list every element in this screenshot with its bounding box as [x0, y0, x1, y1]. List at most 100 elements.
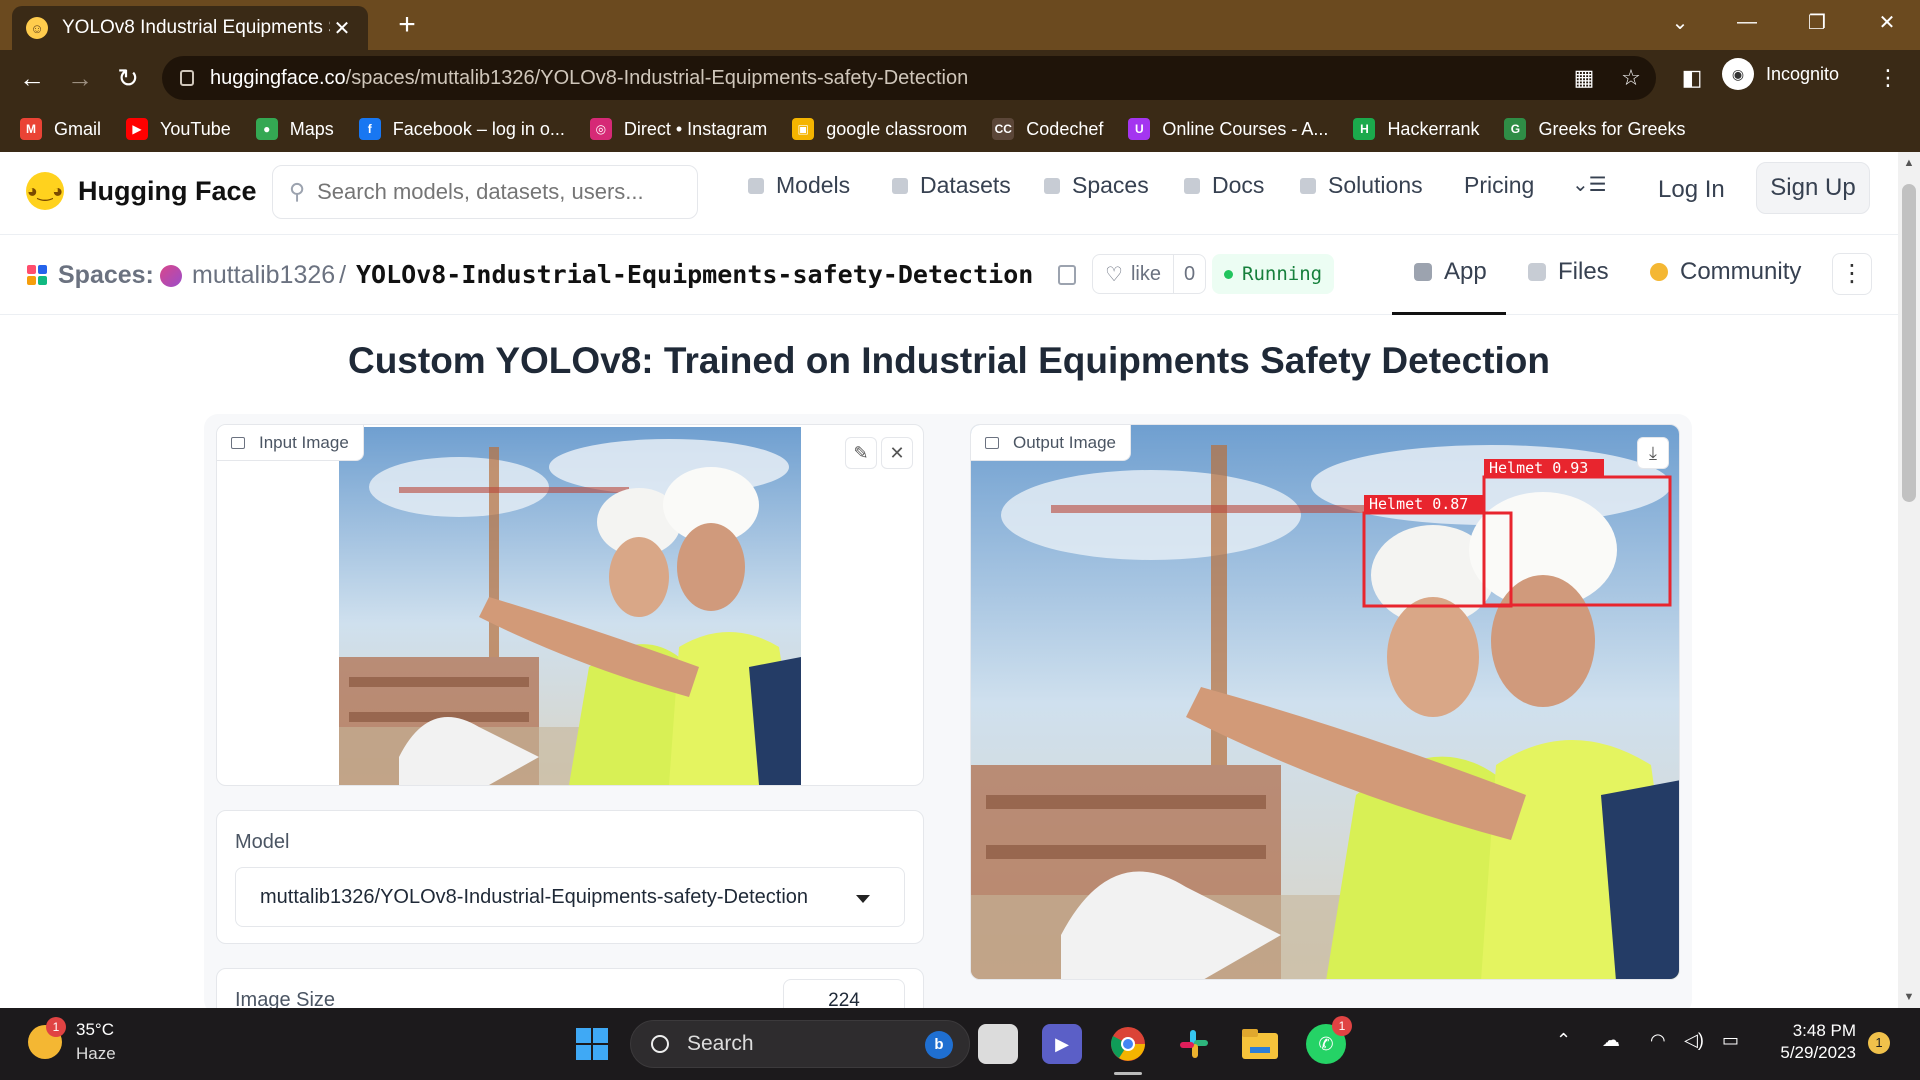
- nav-datasets[interactable]: Datasets: [892, 172, 1011, 199]
- path-separator: /: [339, 261, 347, 289]
- weather-badge: 1: [46, 1017, 66, 1037]
- spaces-label[interactable]: Spaces:: [58, 261, 154, 290]
- weather-desc: Haze: [76, 1044, 116, 1063]
- file-explorer-icon[interactable]: [1240, 1024, 1280, 1064]
- notification-badge[interactable]: 1: [1868, 1032, 1890, 1054]
- input-image-card[interactable]: Input Image ✎ ✕: [216, 424, 924, 786]
- image-icon: [985, 436, 999, 449]
- nav-models[interactable]: Models: [748, 172, 850, 199]
- bookmark-item[interactable]: f Facebook – log in o...: [358, 118, 565, 140]
- reload-icon[interactable]: ↻: [108, 58, 148, 98]
- files-icon: [1528, 263, 1546, 281]
- bookmark-label: Codechef: [1026, 118, 1104, 139]
- models-icon: [748, 177, 764, 194]
- qr-code-icon[interactable]: ▦: [1566, 60, 1602, 96]
- bookmark-item[interactable]: ▣ google classroom: [792, 118, 967, 140]
- detection-label: Helmet 0.93: [1489, 459, 1588, 477]
- weather-temp: 35°C: [76, 1020, 114, 1039]
- weather-widget[interactable]: 1 35°C Haze: [28, 1017, 116, 1064]
- browser-tab[interactable]: ☺ YOLOv8 Industrial Equipments Sa ✕: [12, 6, 368, 50]
- scroll-thumb[interactable]: [1902, 184, 1916, 502]
- like-button[interactable]: ♡ like 0: [1092, 254, 1207, 294]
- hugging-face-emoji-icon: ◕‿◕: [26, 172, 64, 210]
- bookmark-label: Direct • Instagram: [623, 118, 768, 139]
- search-input[interactable]: [317, 179, 678, 205]
- tab-app[interactable]: App: [1414, 258, 1487, 286]
- model-dropdown[interactable]: muttalib1326/YOLOv8-Industrial-Equipment…: [235, 867, 905, 927]
- model-label: Model: [235, 831, 290, 853]
- scroll-down-icon[interactable]: ▼: [1898, 986, 1920, 1008]
- bookmark-favicon-icon: G: [1504, 118, 1527, 140]
- bookmark-item[interactable]: CC Codechef: [992, 118, 1103, 140]
- nav-spaces[interactable]: Spaces: [1044, 172, 1149, 199]
- copy-icon[interactable]: [1058, 265, 1076, 285]
- forward-icon[interactable]: →: [60, 58, 100, 98]
- more-menu-icon[interactable]: ⌄☰: [1572, 172, 1607, 197]
- search-icon: ⚲: [289, 179, 306, 204]
- input-image-label: Input Image: [217, 425, 364, 461]
- battery-icon[interactable]: ▭: [1722, 1030, 1739, 1051]
- bookmark-item[interactable]: U Online Courses - A...: [1128, 118, 1328, 140]
- bookmark-label: Maps: [289, 118, 334, 139]
- address-bar[interactable]: huggingface.co /spaces/muttalib1326/YOLO…: [162, 56, 1656, 100]
- side-panel-icon[interactable]: ◧: [1674, 60, 1710, 96]
- nav-pricing[interactable]: Pricing: [1464, 172, 1534, 199]
- space-owner[interactable]: muttalib1326/: [192, 261, 346, 290]
- whatsapp-icon[interactable]: ✆ 1: [1306, 1016, 1352, 1064]
- more-options-icon[interactable]: ⋮: [1832, 253, 1872, 295]
- space-repo-name[interactable]: YOLOv8-Industrial-Equipments-safety-Dete…: [356, 260, 1033, 289]
- task-view-icon[interactable]: [978, 1024, 1018, 1064]
- brand-name: Hugging Face: [78, 175, 257, 206]
- bookmark-label: Gmail: [54, 118, 102, 139]
- nav-solutions[interactable]: Solutions: [1300, 172, 1423, 199]
- teams-icon[interactable]: ▶: [1042, 1024, 1082, 1064]
- windows-start-icon[interactable]: [572, 1024, 612, 1064]
- restore-button[interactable]: ❐: [1782, 0, 1852, 44]
- new-tab-button[interactable]: +: [390, 8, 424, 42]
- show-hidden-icons-icon[interactable]: ⌃: [1556, 1030, 1571, 1051]
- scroll-up-icon[interactable]: ▲: [1898, 152, 1920, 174]
- clear-icon[interactable]: ✕: [881, 437, 913, 469]
- browser-toolbar: ← → ↻ huggingface.co /spaces/muttalib132…: [0, 50, 1920, 106]
- slack-icon[interactable]: [1174, 1024, 1214, 1064]
- tab-close-icon[interactable]: ✕: [330, 16, 354, 41]
- chrome-icon[interactable]: [1108, 1024, 1148, 1064]
- tab-community[interactable]: Community: [1650, 258, 1801, 286]
- minimize-button[interactable]: —: [1712, 0, 1782, 44]
- page-scrollbar[interactable]: ▲ ▼: [1898, 152, 1920, 1008]
- bing-icon[interactable]: b: [925, 1031, 953, 1059]
- back-icon[interactable]: ←: [12, 58, 52, 98]
- hf-search-box[interactable]: ⚲: [272, 165, 698, 219]
- docs-icon: [1184, 177, 1200, 194]
- bookmark-item[interactable]: G Greeks for Greeks: [1504, 118, 1686, 140]
- download-icon[interactable]: ⤓: [1637, 437, 1669, 469]
- bookmark-item[interactable]: ▶ YouTube: [126, 118, 231, 140]
- bookmark-item[interactable]: M Gmail: [20, 118, 101, 140]
- tab-files[interactable]: Files: [1528, 258, 1609, 286]
- edit-icon[interactable]: ✎: [845, 437, 877, 469]
- login-link[interactable]: Log In: [1658, 176, 1725, 204]
- bookmark-favicon-icon: ▶: [126, 118, 149, 140]
- chrome-menu-icon[interactable]: ⋮: [1870, 60, 1906, 96]
- output-image-label: Output Image: [971, 425, 1132, 461]
- signup-button[interactable]: Sign Up: [1756, 162, 1870, 214]
- input-photo: [339, 427, 801, 785]
- bookmark-item[interactable]: ◎ Direct • Instagram: [589, 118, 768, 140]
- clock-date: 5/29/2023: [1780, 1043, 1856, 1062]
- taskbar-search[interactable]: Search b: [630, 1020, 970, 1068]
- close-window-button[interactable]: ✕: [1852, 0, 1920, 44]
- volume-icon[interactable]: ◁): [1684, 1030, 1704, 1051]
- bookmark-favicon-icon: f: [358, 118, 381, 140]
- nav-docs[interactable]: Docs: [1184, 172, 1264, 199]
- wifi-icon[interactable]: ◠: [1650, 1030, 1666, 1051]
- onedrive-icon[interactable]: ☁: [1602, 1030, 1620, 1051]
- bookmark-item[interactable]: H Hackerrank: [1353, 118, 1479, 140]
- system-clock[interactable]: 3:48 PM 5/29/2023: [1760, 1020, 1856, 1064]
- community-icon: [1650, 263, 1668, 281]
- output-photo: Helmet 0.87 Helmet 0.93: [971, 425, 1679, 979]
- incognito-indicator[interactable]: ◉ Incognito: [1722, 58, 1839, 90]
- bookmark-star-icon[interactable]: ☆: [1613, 60, 1649, 96]
- bookmark-item[interactable]: ● Maps: [255, 118, 334, 140]
- tab-search-icon[interactable]: ⌄: [1645, 0, 1715, 44]
- hf-logo[interactable]: ◕‿◕ Hugging Face: [26, 172, 257, 210]
